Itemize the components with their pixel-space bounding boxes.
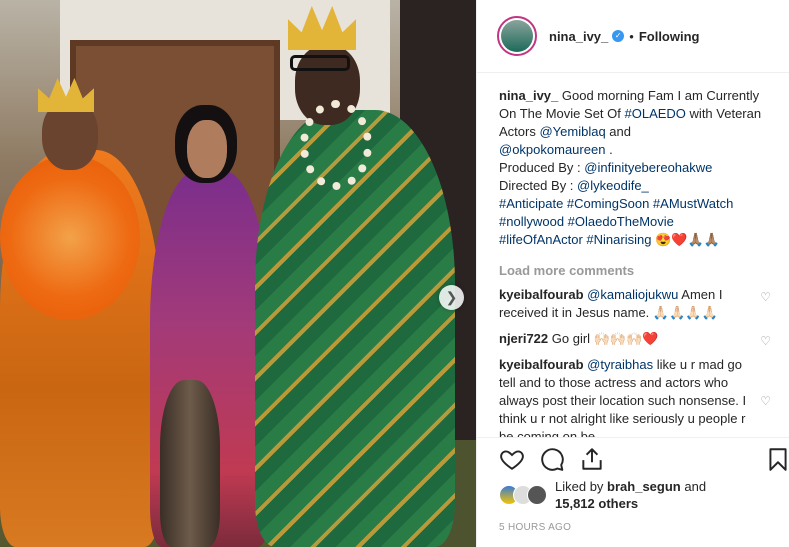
next-photo-button[interactable]: ❯ [439,285,464,310]
comment-mention[interactable]: @tyraibhas [587,357,653,372]
woman-center-face [187,120,227,178]
caption-and: and [609,124,631,139]
comment-heart-icon[interactable]: ♡ [760,288,771,306]
hashtag-olaedo[interactable]: #OLAEDO [625,106,686,121]
liker-username[interactable]: brah_segun [607,479,681,494]
chevron-right-icon: ❯ [445,289,458,305]
profile-avatar[interactable] [497,16,537,56]
horsetail-whisk [160,380,220,547]
post-timestamp[interactable]: 5 HOURS AGO [499,522,571,533]
load-more-comments-button[interactable]: Load more comments [499,263,779,278]
feather-fan [0,155,140,320]
likes-summary: Liked by brah_segun and 15,812 others [499,478,706,512]
comment-heart-icon[interactable]: ♡ [760,392,771,410]
caption-username[interactable]: nina_ivy_ [499,88,558,103]
eyeglasses [290,55,350,71]
hashtags-line-2[interactable]: #nollywood #OlaedoTheMovie [499,214,674,229]
comments-list[interactable]: nina_ivy_ Good morning Fam I am Currentl… [499,87,779,437]
share-icon[interactable] [579,446,605,472]
mention-okpokomaureen[interactable]: @okpokomaureen [499,142,605,157]
comment-username[interactable]: kyeibalfourab [499,357,584,372]
mention-producer[interactable]: @infinityebereohakwe [584,160,712,175]
likes-and: and [684,479,707,494]
comment-item: kyeibalfourab @kamaliojukwu Amen I recei… [499,286,779,322]
likes-count[interactable]: 15,812 others [555,496,638,511]
hashtags-line-3[interactable]: #lifeOfAnActor #Ninarising [499,232,651,247]
likes-text: Liked by brah_segun and 15,812 others [555,478,706,512]
header-separator: • [629,28,634,44]
comment-mention[interactable]: @kamaliojukwu [587,287,678,302]
caption-emojis: 😍❤️🙏🏽🙏🏽 [655,232,720,247]
heart-icon[interactable] [499,446,525,472]
produced-by-label: Produced By : [499,160,581,175]
post-actions-bar [477,437,789,477]
comment-username[interactable]: njeri722 [499,331,548,346]
hashtags-line-1[interactable]: #Anticipate #ComingSoon #AMustWatch [499,196,733,211]
following-button[interactable]: Following [639,29,700,44]
post-header: nina_ivy_ ✓ • Following [477,0,789,73]
bookmark-icon[interactable] [765,446,789,472]
post-username[interactable]: nina_ivy_ [549,29,608,44]
verified-badge-icon: ✓ [612,30,625,42]
post-caption: nina_ivy_ Good morning Fam I am Currentl… [499,87,779,249]
comment-icon[interactable] [539,446,565,472]
comment-username[interactable]: kyeibalfourab [499,287,584,302]
mention-director[interactable]: @lykeodife_ [577,178,649,193]
comment-item: njeri722 Go girl 🙌🏻🙌🏻🙌🏻❤️ ♡ [499,330,779,348]
directed-by-label: Directed By : [499,178,574,193]
coral-beads-necklace [300,100,372,190]
mention-yemiblaq[interactable]: @Yemiblaq [539,124,605,139]
comment-item: kyeibalfourab @tyraibhas like u r mad go… [499,356,779,437]
liker-avatar[interactable] [527,485,547,505]
comment-text: Go girl 🙌🏻🙌🏻🙌🏻❤️ [551,331,659,346]
caption-period: . [609,142,613,157]
comment-heart-icon[interactable]: ♡ [760,332,771,350]
post-side-panel: nina_ivy_ ✓ • Following nina_ivy_ Good m… [476,0,789,547]
liked-by-label: Liked by [555,479,604,494]
post-photo[interactable]: ❯ [0,0,476,547]
